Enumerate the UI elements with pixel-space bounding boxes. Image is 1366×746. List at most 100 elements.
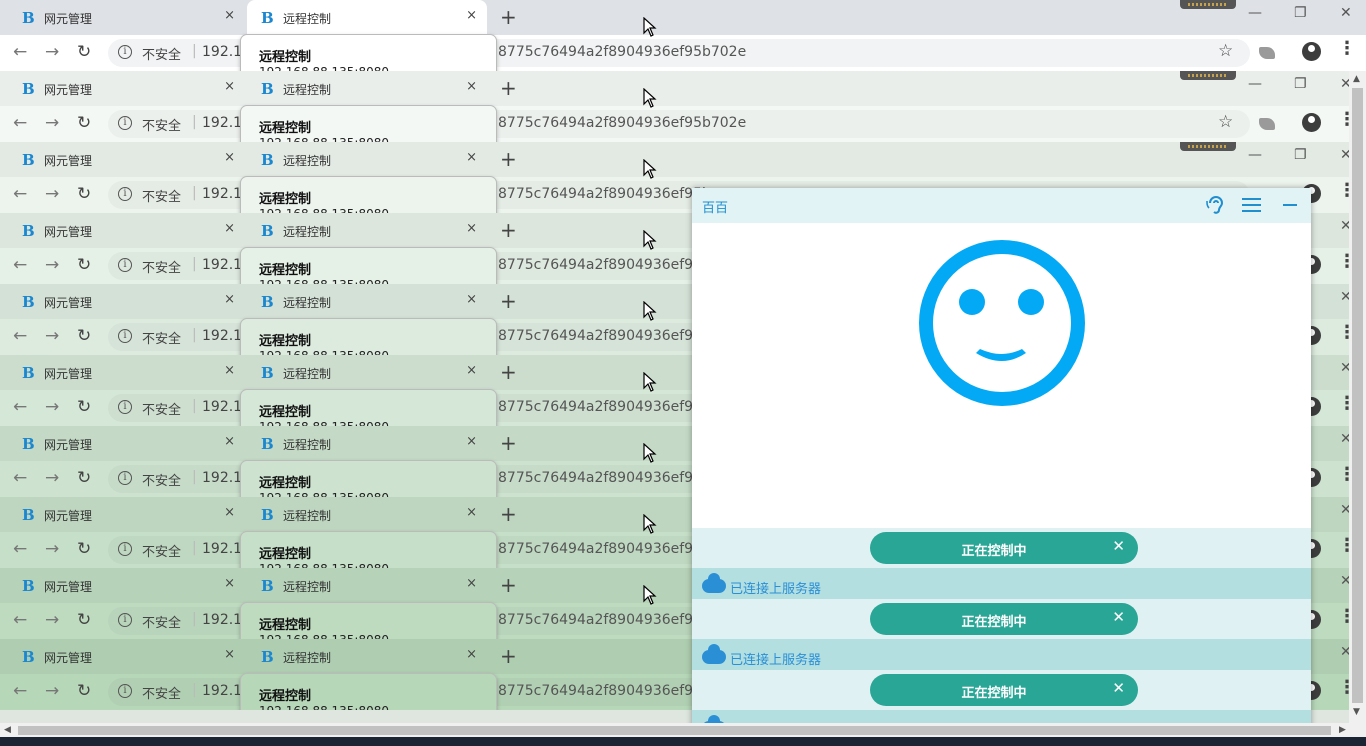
horizontal-scroll-thumb[interactable] xyxy=(18,726,1331,735)
info-icon[interactable]: i xyxy=(118,613,132,627)
hamburger-menu-icon[interactable] xyxy=(1242,198,1261,216)
reload-icon[interactable]: ↻ xyxy=(77,42,91,62)
tab-network-element[interactable]: B 网元管理 × xyxy=(0,568,245,603)
tab-network-element[interactable]: B 网元管理 × xyxy=(0,355,245,390)
tab-close-icon[interactable]: × xyxy=(466,647,477,662)
scroll-left-icon[interactable]: ◀ xyxy=(4,725,11,735)
info-icon[interactable]: i xyxy=(118,258,132,272)
reload-icon[interactable]: ↻ xyxy=(77,610,91,630)
new-tab-button[interactable]: + xyxy=(500,5,517,29)
tab-close-icon[interactable]: × xyxy=(224,647,235,662)
tab-network-element[interactable]: B 网元管理 × xyxy=(0,497,245,532)
new-tab-button[interactable]: + xyxy=(500,218,517,242)
reload-icon[interactable]: ↻ xyxy=(77,113,91,133)
back-arrow-icon[interactable]: ← xyxy=(13,397,27,417)
tab-network-element[interactable]: B 网元管理 × xyxy=(0,142,245,177)
new-tab-button[interactable]: + xyxy=(500,360,517,384)
forward-arrow-icon[interactable]: → xyxy=(45,255,59,275)
tab-remote-control[interactable]: B 远程控制 × xyxy=(247,142,487,177)
tab-close-icon[interactable]: × xyxy=(466,221,477,236)
info-icon[interactable]: i xyxy=(118,684,132,698)
window-restore-button[interactable]: ❐ xyxy=(1294,147,1307,163)
back-arrow-icon[interactable]: ← xyxy=(13,326,27,346)
reload-icon[interactable]: ↻ xyxy=(77,255,91,275)
tab-close-icon[interactable]: × xyxy=(224,150,235,165)
info-icon[interactable]: i xyxy=(118,329,132,343)
tab-remote-control[interactable]: B 远程控制 × xyxy=(247,213,487,248)
new-tab-button[interactable]: + xyxy=(500,289,517,313)
scroll-down-icon[interactable]: ▼ xyxy=(1353,707,1360,717)
back-arrow-icon[interactable]: ← xyxy=(13,539,27,559)
vertical-scroll-thumb[interactable] xyxy=(1352,88,1363,703)
info-icon[interactable]: i xyxy=(118,542,132,556)
tab-remote-control[interactable]: B 远程控制 × xyxy=(247,355,487,390)
kebab-menu-icon[interactable]: ⋮ xyxy=(1338,38,1356,59)
tab-remote-control[interactable]: B 远程控制 × xyxy=(247,568,487,603)
ear-icon[interactable] xyxy=(1205,194,1225,221)
tab-close-icon[interactable]: × xyxy=(224,434,235,449)
tab-close-icon[interactable]: × xyxy=(466,150,477,165)
forward-arrow-icon[interactable]: → xyxy=(45,113,59,133)
controlling-status-pill[interactable]: 正在控制中 ✕ xyxy=(870,603,1138,635)
back-arrow-icon[interactable]: ← xyxy=(13,610,27,630)
window-minimize-button[interactable]: — xyxy=(1248,147,1262,163)
new-tab-button[interactable]: + xyxy=(500,431,517,455)
tab-close-icon[interactable]: × xyxy=(466,292,477,307)
reload-icon[interactable]: ↻ xyxy=(77,468,91,488)
new-tab-button[interactable]: + xyxy=(500,147,517,171)
profile-icon[interactable] xyxy=(1302,113,1321,132)
tab-network-element[interactable]: B 网元管理 × xyxy=(0,284,245,319)
info-icon[interactable]: i xyxy=(118,45,132,59)
tab-network-element[interactable]: B 网元管理 × xyxy=(0,639,245,674)
tab-close-icon[interactable]: × xyxy=(466,8,477,23)
tab-remote-control[interactable]: B 远程控制 × xyxy=(247,284,487,319)
back-arrow-icon[interactable]: ← xyxy=(13,113,27,133)
reload-icon[interactable]: ↻ xyxy=(77,184,91,204)
info-icon[interactable]: i xyxy=(118,187,132,201)
back-arrow-icon[interactable]: ← xyxy=(13,184,27,204)
tab-close-icon[interactable]: × xyxy=(224,505,235,520)
window-minimize-button[interactable]: — xyxy=(1248,76,1262,92)
new-tab-button[interactable]: + xyxy=(500,502,517,526)
star-icon[interactable]: ☆ xyxy=(1218,41,1233,61)
extension-icon[interactable] xyxy=(1259,47,1275,59)
new-tab-button[interactable]: + xyxy=(500,76,517,100)
scroll-right-icon[interactable]: ▶ xyxy=(1339,725,1346,735)
info-icon[interactable]: i xyxy=(118,400,132,414)
tab-close-icon[interactable]: × xyxy=(224,79,235,94)
close-icon[interactable]: ✕ xyxy=(1112,608,1125,626)
forward-arrow-icon[interactable]: → xyxy=(45,681,59,701)
new-tab-button[interactable]: + xyxy=(500,573,517,597)
forward-arrow-icon[interactable]: → xyxy=(45,468,59,488)
tab-close-icon[interactable]: × xyxy=(224,221,235,236)
tab-network-element[interactable]: B 网元管理 × xyxy=(0,71,245,106)
reload-icon[interactable]: ↻ xyxy=(77,397,91,417)
forward-arrow-icon[interactable]: → xyxy=(45,610,59,630)
forward-arrow-icon[interactable]: → xyxy=(45,184,59,204)
tab-close-icon[interactable]: × xyxy=(224,576,235,591)
back-arrow-icon[interactable]: ← xyxy=(13,255,27,275)
tab-network-element[interactable]: B 网元管理 × xyxy=(0,0,245,35)
back-arrow-icon[interactable]: ← xyxy=(13,681,27,701)
close-icon[interactable]: ✕ xyxy=(1112,679,1125,697)
tab-close-icon[interactable]: × xyxy=(466,363,477,378)
window-close-button[interactable]: ✕ xyxy=(1340,5,1352,21)
back-arrow-icon[interactable]: ← xyxy=(13,468,27,488)
reload-icon[interactable]: ↻ xyxy=(77,326,91,346)
controlling-status-pill[interactable]: 正在控制中 ✕ xyxy=(870,674,1138,706)
tab-close-icon[interactable]: × xyxy=(466,79,477,94)
info-icon[interactable]: i xyxy=(118,471,132,485)
tab-close-icon[interactable]: × xyxy=(224,8,235,23)
tab-close-icon[interactable]: × xyxy=(466,576,477,591)
tab-close-icon[interactable]: × xyxy=(224,363,235,378)
star-icon[interactable]: ☆ xyxy=(1218,112,1233,132)
tab-remote-control[interactable]: B 远程控制 × xyxy=(247,71,487,106)
tab-close-icon[interactable]: × xyxy=(224,292,235,307)
tab-remote-control[interactable]: B 远程控制 × xyxy=(247,639,487,674)
tab-close-icon[interactable]: × xyxy=(466,505,477,520)
tab-remote-control[interactable]: B 远程控制 × xyxy=(247,497,487,532)
forward-arrow-icon[interactable]: → xyxy=(45,539,59,559)
reload-icon[interactable]: ↻ xyxy=(77,681,91,701)
tab-remote-control[interactable]: B 远程控制 × xyxy=(247,0,487,35)
new-tab-button[interactable]: + xyxy=(500,644,517,668)
